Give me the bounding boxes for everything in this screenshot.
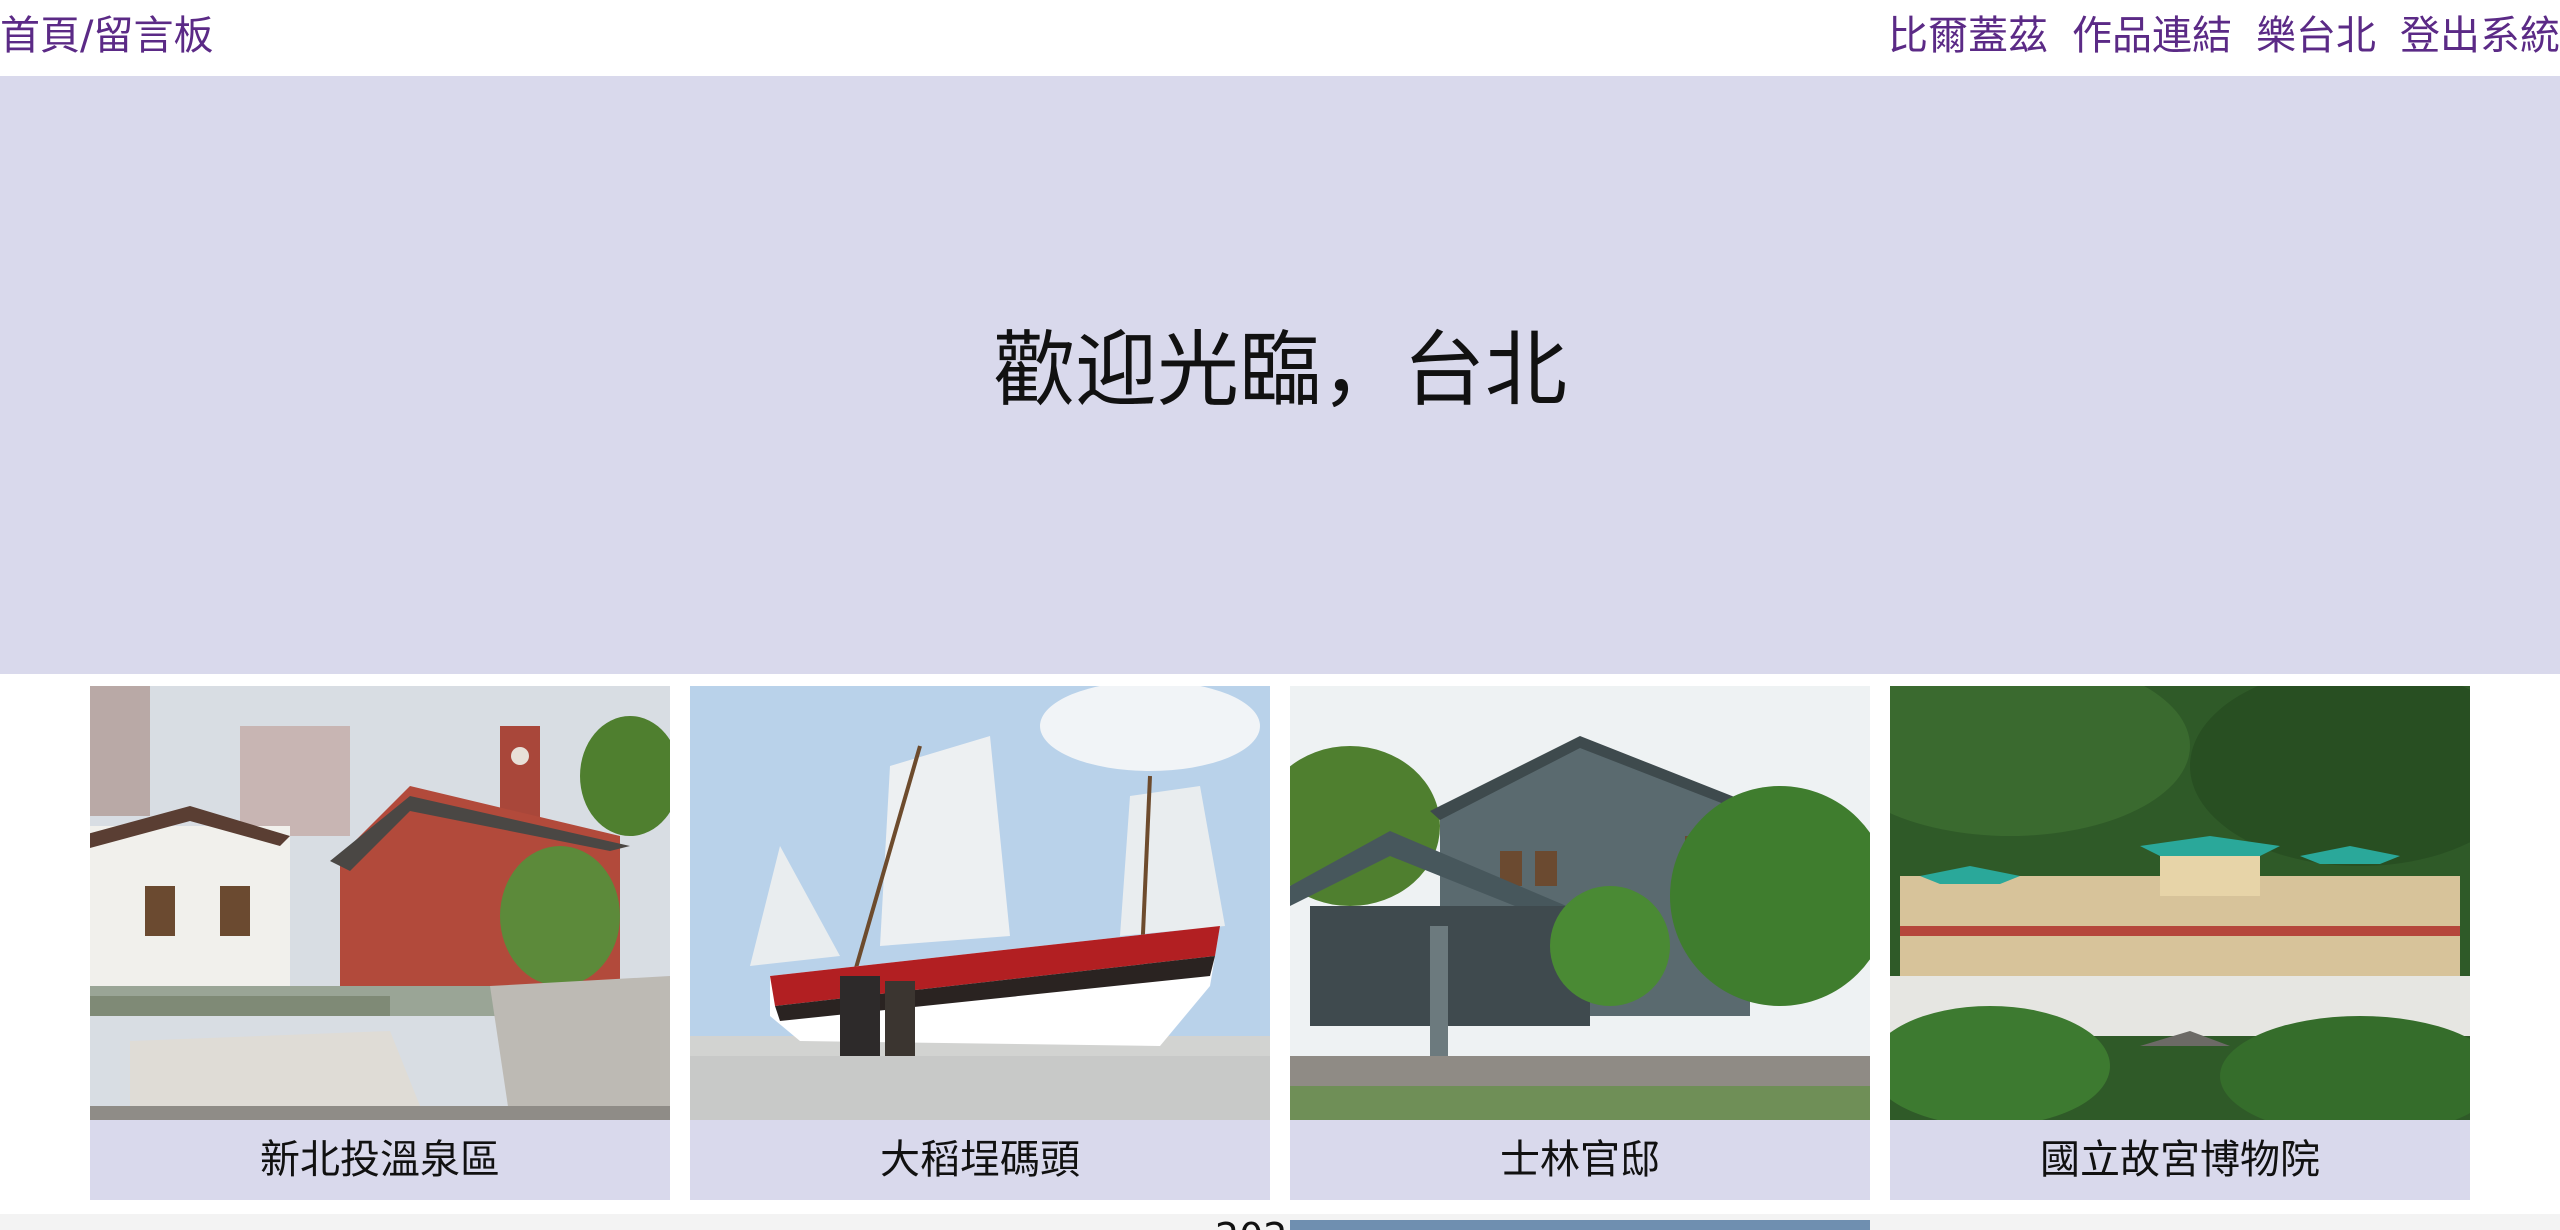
attraction-cards: 新北投溫泉區 大稻埕碼頭 士林官邸 國立故宮博物院 [90,686,2470,1200]
nav-link-portfolio[interactable]: 作品連結 [2072,8,2232,64]
palace-museum-photo [1890,686,2470,1120]
nav-link-bill-gates[interactable]: 比爾蓋茲 [1888,8,2048,64]
shilin-residence-photo [1290,686,1870,1120]
attraction-card-shilin[interactable]: 士林官邸 [1290,686,1870,1200]
attraction-card-palace-museum[interactable]: 國立故宮博物院 [1890,686,2470,1200]
attraction-card-dadaocheng[interactable]: 大稻埕碼頭 [690,686,1270,1200]
home-message-board-link[interactable]: 首頁/留言板 [0,8,213,64]
attraction-label: 國立故宮博物院 [2040,1137,2320,1183]
nav-link-enjoy-taipei[interactable]: 樂台北 [2256,8,2376,64]
hero-title: 歡迎光臨，台北 [992,323,1567,418]
nav-links: 比爾蓋茲 作品連結 樂台北 登出系統 [1888,8,2560,64]
nav-link-logout[interactable]: 登出系統 [2400,8,2560,64]
beitou-hot-spring-photo [90,686,670,1120]
attraction-label: 士林官邸 [1500,1137,1660,1183]
attraction-card-beitou[interactable]: 新北投溫泉區 [90,686,670,1200]
footer-image-strip [1290,1220,1870,1230]
footer: 2021 K [0,1214,2560,1230]
attraction-label: 新北投溫泉區 [260,1137,500,1183]
attraction-label: 大稻埕碼頭 [880,1137,1080,1183]
hero-banner: 歡迎光臨，台北 [0,76,2560,674]
top-navigation: 首頁/留言板 比爾蓋茲 作品連結 樂台北 登出系統 [0,0,2560,76]
dadaocheng-wharf-photo [690,686,1270,1120]
